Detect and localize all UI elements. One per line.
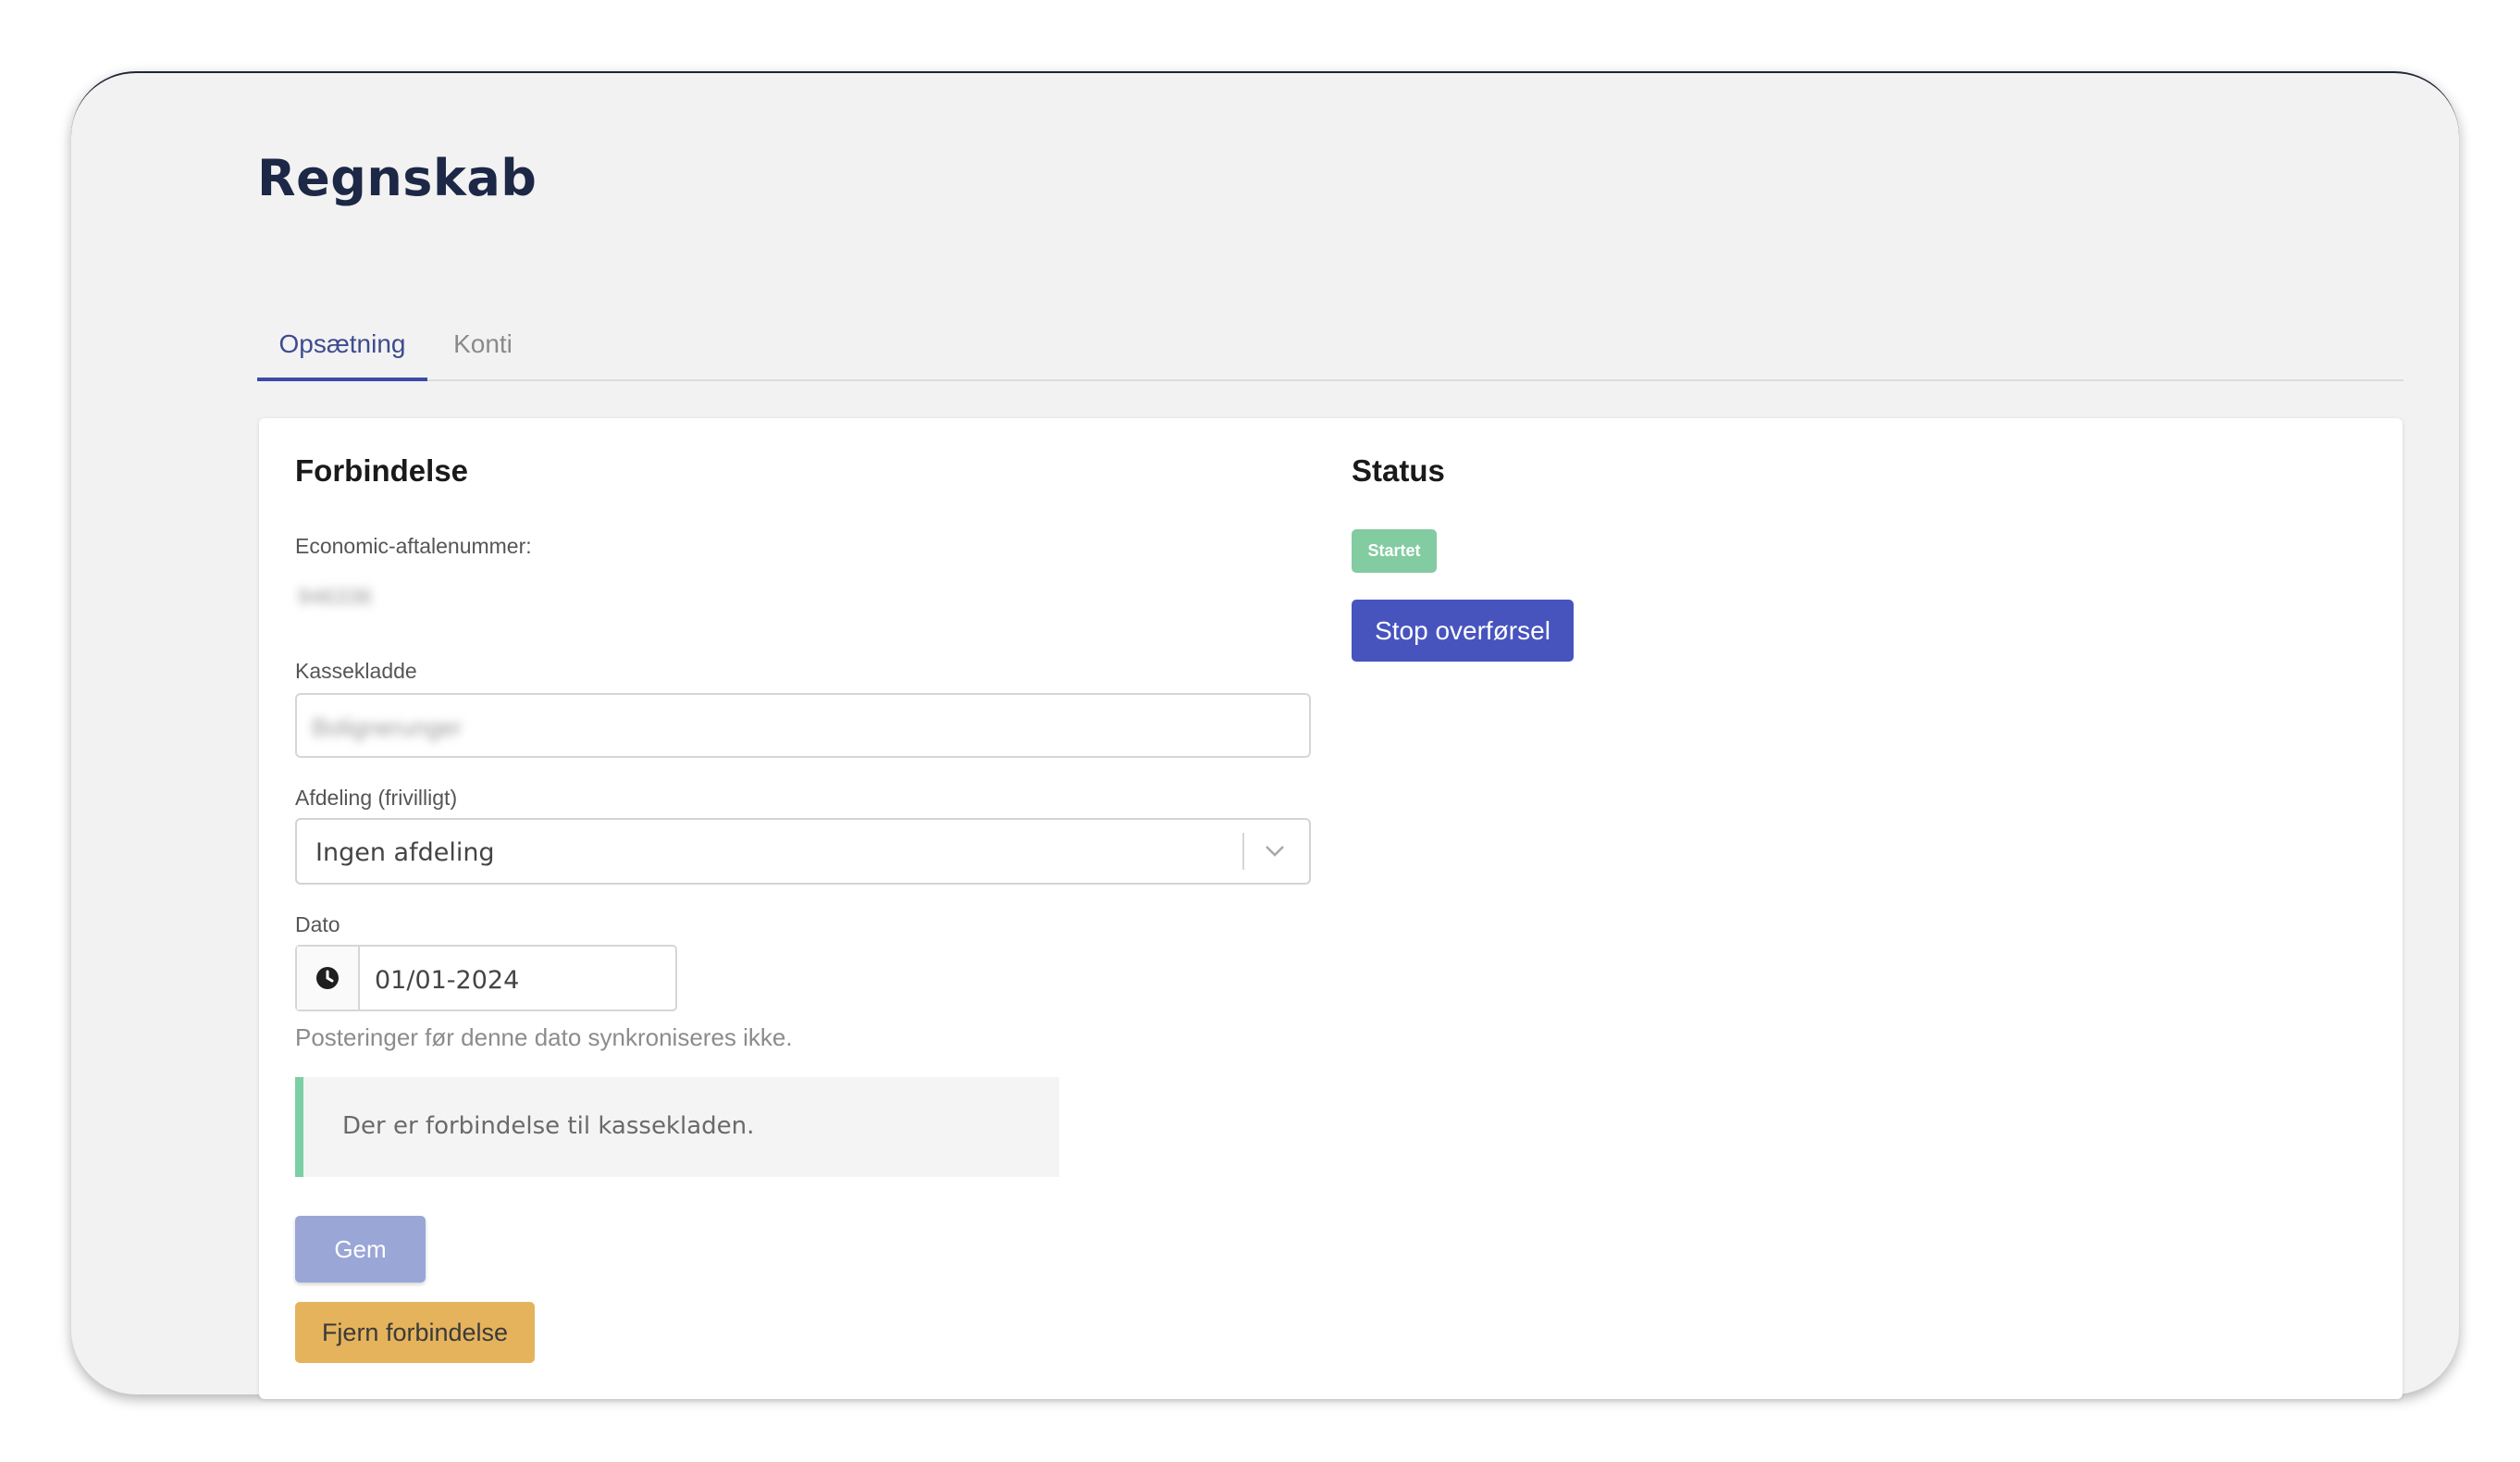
- department-select-value: Ingen afdeling: [315, 838, 495, 867]
- connection-title: Forbindelse: [295, 453, 469, 488]
- journal-input[interactable]: Bolignerunger: [295, 693, 1311, 758]
- status-badge: Startet: [1352, 529, 1437, 573]
- journal-label: Kassekladde: [295, 659, 417, 683]
- remove-connection-button[interactable]: Fjern forbindelse: [295, 1302, 535, 1363]
- date-label: Dato: [295, 912, 340, 936]
- agreement-value: 946336: [298, 585, 373, 610]
- date-addon: [297, 947, 360, 1010]
- app-window: Regnskab Opsætning Konti Forbindelse Eco…: [71, 71, 2459, 1399]
- agreement-label: Economic-aftalenummer:: [295, 534, 532, 558]
- select-divider: [1242, 833, 1244, 870]
- status-title: Status: [1352, 453, 1445, 488]
- date-input[interactable]: 01/01-2024: [295, 945, 677, 1011]
- chevron-down-icon: [1266, 846, 1284, 857]
- date-help-text: Posteringer før denne dato synkroniseres…: [295, 1023, 793, 1051]
- settings-card: Forbindelse Economic-aftalenummer: 94633…: [259, 418, 2403, 1399]
- clock-icon: [316, 967, 339, 989]
- page-title: Regnskab: [257, 149, 537, 207]
- department-label: Afdeling (frivilligt): [295, 786, 458, 810]
- tab-konti[interactable]: Konti: [451, 312, 514, 379]
- tab-opsaetning[interactable]: Opsætning: [257, 312, 427, 381]
- save-button[interactable]: Gem: [295, 1216, 426, 1282]
- connection-notice-text: Der er forbindelse til kassekladen.: [342, 1112, 755, 1140]
- connection-notice: Der er forbindelse til kassekladen.: [295, 1077, 1059, 1177]
- tab-bar: Opsætning Konti: [257, 312, 2403, 381]
- stop-transfer-button[interactable]: Stop overførsel: [1352, 600, 1574, 662]
- journal-input-value: Bolignerunger: [312, 713, 462, 741]
- department-select[interactable]: Ingen afdeling: [295, 818, 1311, 885]
- date-value: 01/01-2024: [375, 966, 520, 995]
